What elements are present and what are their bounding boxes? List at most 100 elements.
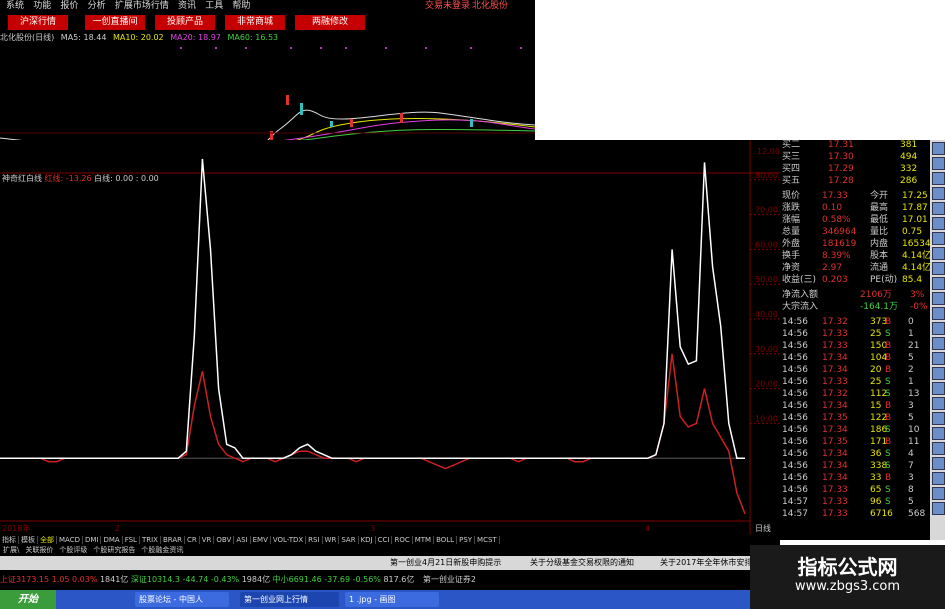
tool-icon[interactable] [932,382,945,395]
sh-index[interactable]: 上证3173.15 [0,575,49,584]
stat-row-cell: 17.33 [822,191,848,201]
tool-icon[interactable] [932,397,945,410]
stat-row-cell: 181619 [822,239,857,249]
trade-row-cell: 10 [908,425,920,435]
trade-login-status[interactable]: 交易未登录 [425,0,470,13]
ticker-item[interactable]: 第一创业4月21日新股申购提示 [390,556,501,570]
tab-live[interactable]: 一创直播间 [85,15,145,30]
tool-icon[interactable] [932,232,945,245]
tool-icon[interactable] [932,472,945,485]
sub-tab[interactable]: 个股评级 [56,546,90,554]
tab-bar: 沪深行情 一创直播间 投顾产品 非常商城 两融修改 [0,13,535,33]
tool-icon[interactable] [932,172,945,185]
tool-icon[interactable] [932,367,945,380]
indicator-tab[interactable]: 模板 [19,536,38,544]
tab-advisor[interactable]: 投顾产品 [155,15,215,30]
ticker-item[interactable]: 关于分级基金交易权限的通知 [530,556,634,570]
indicator-tab[interactable]: VR [199,536,215,544]
stat-row-cell: 内盘 [870,239,889,249]
tool-icon[interactable] [932,427,945,440]
tool-icon[interactable] [932,442,945,455]
sub-tab[interactable]: 关联报价 [22,546,56,554]
bid-row-cell: 17.31 [828,140,854,150]
indicator-tab[interactable]: 指标 [0,536,19,544]
indicator-tab[interactable]: CR [185,536,200,544]
indicator-tab[interactable]: KDJ [358,536,376,544]
tab-mall[interactable]: 非常商城 [225,15,285,30]
sub-tab[interactable]: 扩展\ [0,546,22,554]
indicator-tab[interactable]: RSI [306,536,323,544]
indicator-tab[interactable]: 全部 [38,536,57,544]
indicator-tab[interactable]: MCST [475,536,500,544]
tool-icon[interactable] [932,202,945,215]
taskbar-item-market[interactable]: 第一创业网上行情 [240,592,339,607]
tool-icon[interactable] [932,217,945,230]
trade-row-cell: 17.33 [822,341,848,351]
tool-icon[interactable] [932,457,945,470]
indicator-tab[interactable]: SAR [339,536,359,544]
trade-row: 14:56 17.33 25 S 1 [780,377,928,388]
tool-icon[interactable] [932,307,945,320]
red-line-series [0,353,746,515]
tool-icon[interactable] [932,187,945,200]
tool-icon[interactable] [932,322,945,335]
ticker-item[interactable]: 关于2017年全年休市安排的 [660,556,760,570]
tool-icon[interactable] [932,292,945,305]
indicator-tab[interactable]: BRAR [160,536,185,544]
trade-row-cell: 17.34 [822,401,848,411]
sub-tab[interactable]: 个股融金资讯 [138,546,186,554]
tab-margin[interactable]: 两融修改 [295,15,365,30]
indicator-panel[interactable]: 12.00 80.00 70.00 60.00 50.00 40.00 30.00 20.0… [0,140,780,555]
trade-row-cell: 14:56 [782,449,808,459]
indicator-tab[interactable]: DMA [101,536,123,544]
tool-icon[interactable] [932,157,945,170]
tool-icon[interactable] [932,142,945,155]
x-tick-label: 3 [370,524,375,533]
tool-icon[interactable] [932,247,945,260]
quote-panel: 买二 17.31 381 买三 17.30 494 买四 17.29 332 买五 17.28 286… [780,140,936,540]
indicator-tab[interactable]: EMV [250,536,271,544]
trade-row-cell: 14:56 [782,425,808,435]
indicator-tab[interactable]: OBV [214,536,235,544]
stat-row-cell: 涨跌 [782,203,801,213]
indicator-tab[interactable]: ASI [234,536,251,544]
stat-row-cell: 换手 [782,251,801,261]
indicator-tab[interactable]: MTM [412,536,435,544]
trade-row: 14:56 17.33 25 S 1 [780,329,928,340]
trade-row-cell: 96 [870,497,882,507]
tool-icon[interactable] [932,337,945,350]
trade-row-cell: 17.35 [822,413,848,423]
trade-row-cell: 14:57 [782,497,808,507]
indicator-tab[interactable]: CCI [375,536,393,544]
indicator-tab[interactable]: MACD [57,536,83,544]
indicator-tab[interactable]: FSL [122,536,140,544]
trade-row: 14:57 17.33 96 S 5 [780,497,928,508]
tool-icon[interactable] [932,352,945,365]
trade-row-cell: B [885,317,892,327]
tool-icon[interactable] [932,502,945,515]
tool-icon[interactable] [932,487,945,500]
sz-index[interactable]: 深证10314.3 [131,575,180,584]
zx-index[interactable]: 中小6691.46 [273,575,322,584]
tool-icon[interactable] [932,262,945,275]
flow-row-cell: 3% [910,290,925,300]
indicator-tab[interactable]: PSY [457,536,476,544]
indicator-tab[interactable]: BOLL [434,536,458,544]
stat-row-cell: 8.39% [822,251,851,261]
white-line-series [0,158,745,459]
indicator-tab[interactable]: WR [322,536,340,544]
trade-row-cell: 14:56 [782,377,808,387]
indicator-tab[interactable]: TRIX [139,536,161,544]
tool-icon[interactable] [932,277,945,290]
stat-row-cell: 股本 [870,251,889,261]
trade-row-cell: 17.33 [822,485,848,495]
indicator-tab[interactable]: ROC [392,536,413,544]
tool-icon[interactable] [932,412,945,425]
taskbar-item-forum[interactable]: 股票论坛 - 中国人 [135,592,229,607]
taskbar-item-paint[interactable]: 1 .jpg - 画图 [345,592,439,607]
tab-market[interactable]: 沪深行情 [8,15,68,30]
start-button[interactable]: 开始 [0,590,56,609]
sub-tab[interactable]: 个股研究报告 [90,546,138,554]
indicator-tab[interactable]: DMI [82,536,102,544]
indicator-tab[interactable]: VOL-TDX [270,536,307,544]
